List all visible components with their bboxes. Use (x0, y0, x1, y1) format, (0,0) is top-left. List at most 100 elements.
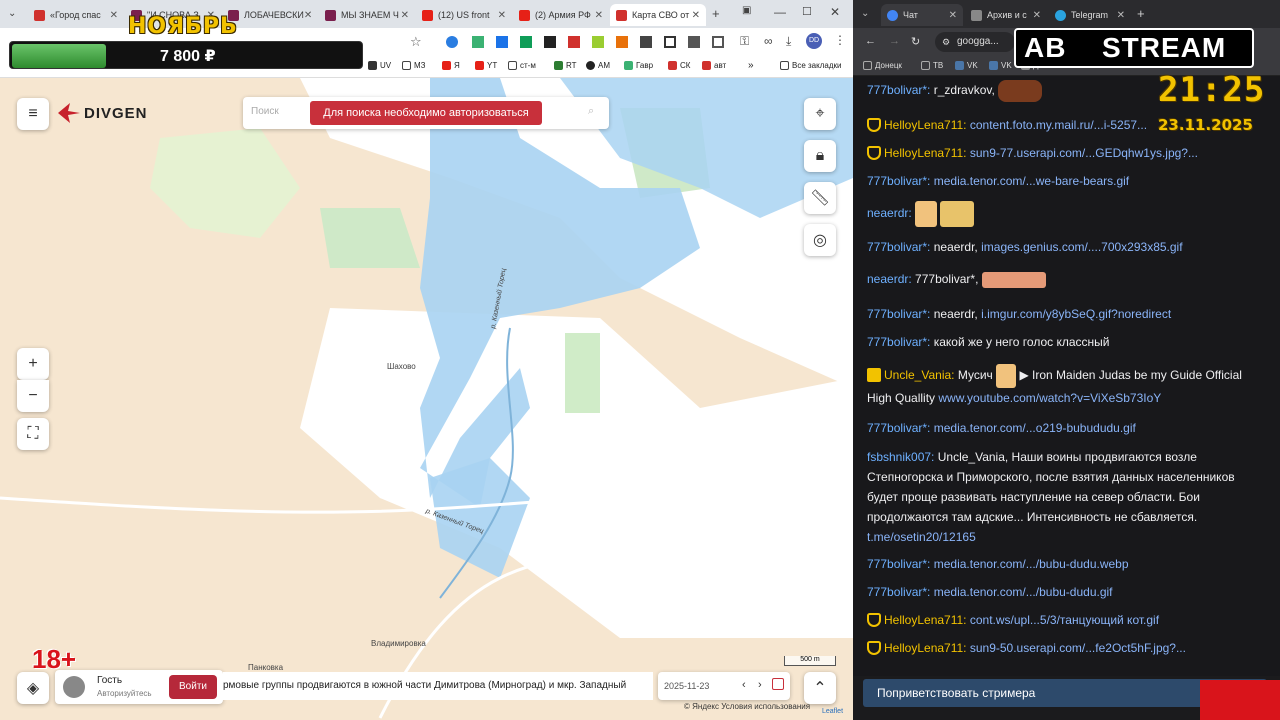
extension-icon[interactable] (544, 36, 556, 48)
bookmark-item[interactable]: RT (554, 61, 577, 70)
chat-link[interactable]: sun9-77.userapi.com/...GEDqhw1ys.jpg?... (970, 146, 1198, 160)
address-bar[interactable]: ⚙ googga... (935, 32, 1015, 52)
ruler-icon[interactable]: 📏︎ (804, 182, 836, 214)
divgen-logo[interactable]: DIVGEN (58, 103, 148, 123)
new-tab-icon[interactable]: + (1137, 6, 1145, 21)
zoom-out-button[interactable]: − (17, 380, 49, 412)
chat-link[interactable]: media.tenor.com/.../bubu-dudu.webp (934, 557, 1129, 571)
window-close-icon[interactable]: ✕ (830, 5, 840, 19)
tab-karta-svo[interactable]: Карта СВО от ✕ (610, 4, 706, 26)
menu-hamburger-icon[interactable]: ≡ (17, 98, 49, 130)
bookmark-item[interactable]: Гавр (624, 61, 653, 70)
fullscreen-icon[interactable]: ⛶ (17, 418, 49, 450)
zoom-in-button[interactable]: + (17, 348, 49, 380)
date-picker[interactable]: 2025-11-23 ‹ › (658, 672, 790, 700)
chat-link[interactable]: media.tenor.com/.../bubu-dudu.gif (934, 585, 1113, 599)
tab-telegram[interactable]: Telegram ✕ (1049, 4, 1131, 26)
extension-icon[interactable] (640, 36, 652, 48)
close-tab-icon[interactable]: ✕ (692, 10, 700, 21)
close-tab-icon[interactable]: ✕ (304, 10, 312, 21)
layers-icon[interactable]: ◈ (17, 672, 49, 704)
bookmark-item[interactable]: VK (955, 61, 978, 70)
bookmark-item[interactable]: Донецк (863, 61, 902, 70)
all-bookmarks[interactable]: Все закладки (780, 61, 841, 70)
close-tab-icon[interactable]: ✕ (401, 10, 409, 21)
bookmark-item[interactable]: ст-м (508, 61, 536, 70)
extension-icon[interactable] (472, 36, 484, 48)
maximize-icon[interactable]: ☐ (802, 5, 812, 18)
bookmark-item[interactable]: YT (475, 61, 497, 70)
map-attribution[interactable]: © Яндекс Условия использования (684, 702, 810, 711)
chevron-up-icon[interactable]: ⌃ (804, 672, 836, 704)
more-bookmarks-icon[interactable]: » (748, 60, 754, 71)
chat-link[interactable]: t.me/osetin20/12165 (867, 530, 976, 544)
close-tab-icon[interactable]: ✕ (949, 10, 957, 21)
close-tab-icon[interactable]: ✕ (498, 10, 506, 21)
site-info-icon[interactable]: ⚙ (942, 32, 950, 52)
bookmark-item[interactable]: AM (586, 61, 610, 70)
close-tab-icon[interactable]: ✕ (1117, 10, 1125, 21)
forward-icon[interactable]: → (889, 35, 900, 47)
bookmark-item[interactable]: авт (702, 61, 726, 70)
tab-list-icon[interactable]: ⌄ (861, 8, 869, 19)
map-search-box[interactable]: Поиск Для поиска необходимо авторизовать… (243, 97, 609, 129)
chevron-left-icon[interactable]: ‹ (742, 679, 746, 691)
news-ticker[interactable]: рмовые группы продвигаются в южной части… (223, 672, 653, 700)
chat-link[interactable]: media.tenor.com/...we-bare-bears.gif (934, 174, 1129, 188)
extension-icon[interactable] (592, 36, 604, 48)
chat-link[interactable]: images.genius.com/....700x293x85.gif (981, 240, 1182, 254)
extension-icon[interactable] (496, 36, 508, 48)
tab-chat[interactable]: Чат ✕ (881, 4, 963, 26)
profile-avatar[interactable]: DD (806, 33, 822, 49)
close-tab-icon[interactable]: ✕ (595, 10, 603, 21)
menu-dots-icon[interactable]: ⋮ (834, 33, 846, 47)
minimize-icon[interactable]: — (774, 5, 786, 19)
tab-gorod[interactable]: «Город спас ✕ (28, 4, 124, 26)
close-tab-icon[interactable]: ✕ (1033, 10, 1041, 21)
date-value[interactable]: 2025-11-23 (664, 681, 709, 691)
bookmark-item[interactable]: UV (368, 61, 391, 70)
bookmark-item[interactable]: ТВ (921, 61, 943, 70)
link-icon[interactable]: ∞ (764, 34, 773, 48)
extension-icon[interactable] (568, 36, 580, 48)
chevron-right-icon[interactable]: › (758, 679, 762, 691)
extension-icon[interactable] (520, 36, 532, 48)
back-icon[interactable]: ← (865, 35, 876, 47)
key-icon[interactable]: ⚿ (740, 34, 749, 49)
tab-archive[interactable]: Архив и с ✕ (965, 4, 1047, 26)
location-pin-icon[interactable]: ⌖ (804, 98, 836, 130)
tab-list-icon[interactable]: ⌄ (8, 8, 16, 19)
tab-my-znaem[interactable]: МЫ ЗНАЕМ Ч ✕ (319, 4, 415, 26)
lock-icon[interactable]: 🔒︎ (804, 140, 836, 172)
reload-icon[interactable]: ↻ (911, 35, 920, 48)
extensions-puzzle-icon[interactable] (688, 36, 700, 48)
tab-armiya[interactable]: (2) Армия РФ ✕ (513, 4, 609, 26)
download-icon[interactable]: ⤓ (786, 34, 791, 49)
bookmark-star-icon[interactable]: ☆ (410, 34, 422, 50)
chat-username[interactable]: 777bolivar*: (867, 83, 930, 97)
chat-link[interactable]: www.youtube.com/watch?v=ViXeSb73IoY (938, 391, 1161, 405)
tab-search-icon[interactable]: ▣ (742, 5, 751, 16)
chat-link[interactable]: sun9-50.userapi.com/...fe2Oct5hF.jpg?... (970, 641, 1186, 655)
chat-link[interactable]: cont.ws/upl...5/3/танцующий кот.gif (970, 613, 1159, 627)
chat-link[interactable]: media.tenor.com/...o219-bubududu.gif (934, 421, 1136, 435)
search-icon[interactable]: ⌕ (588, 105, 594, 118)
extension-icon[interactable] (616, 36, 628, 48)
bookmark-item[interactable]: СК (668, 61, 690, 70)
chat-link[interactable]: content.foto.my.mail.ru/...i-5257... (970, 118, 1147, 132)
sidebar-icon[interactable] (712, 36, 724, 48)
leaflet-link[interactable]: Leaflet (822, 708, 843, 715)
bookmark-item[interactable]: VK (989, 61, 1012, 70)
chat-link[interactable]: i.imgur.com/y8ybSeQ.gif?noredirect (981, 307, 1171, 321)
new-tab-icon[interactable]: + (712, 6, 720, 21)
bookmark-item[interactable]: Я (442, 61, 460, 70)
calendar-icon[interactable] (772, 678, 784, 690)
extension-icon[interactable] (664, 36, 676, 48)
target-icon[interactable]: ◎ (804, 224, 836, 256)
tab-us-front[interactable]: (12) US front ✕ (416, 4, 512, 26)
login-button[interactable]: Войти (169, 675, 217, 699)
close-tab-icon[interactable]: ✕ (110, 10, 118, 21)
map-canvas[interactable]: ≡ DIVGEN Поиск Для поиска необходимо авт… (0, 78, 853, 720)
extension-icon[interactable] (446, 36, 458, 48)
bookmark-item[interactable]: МЗ (402, 61, 426, 70)
